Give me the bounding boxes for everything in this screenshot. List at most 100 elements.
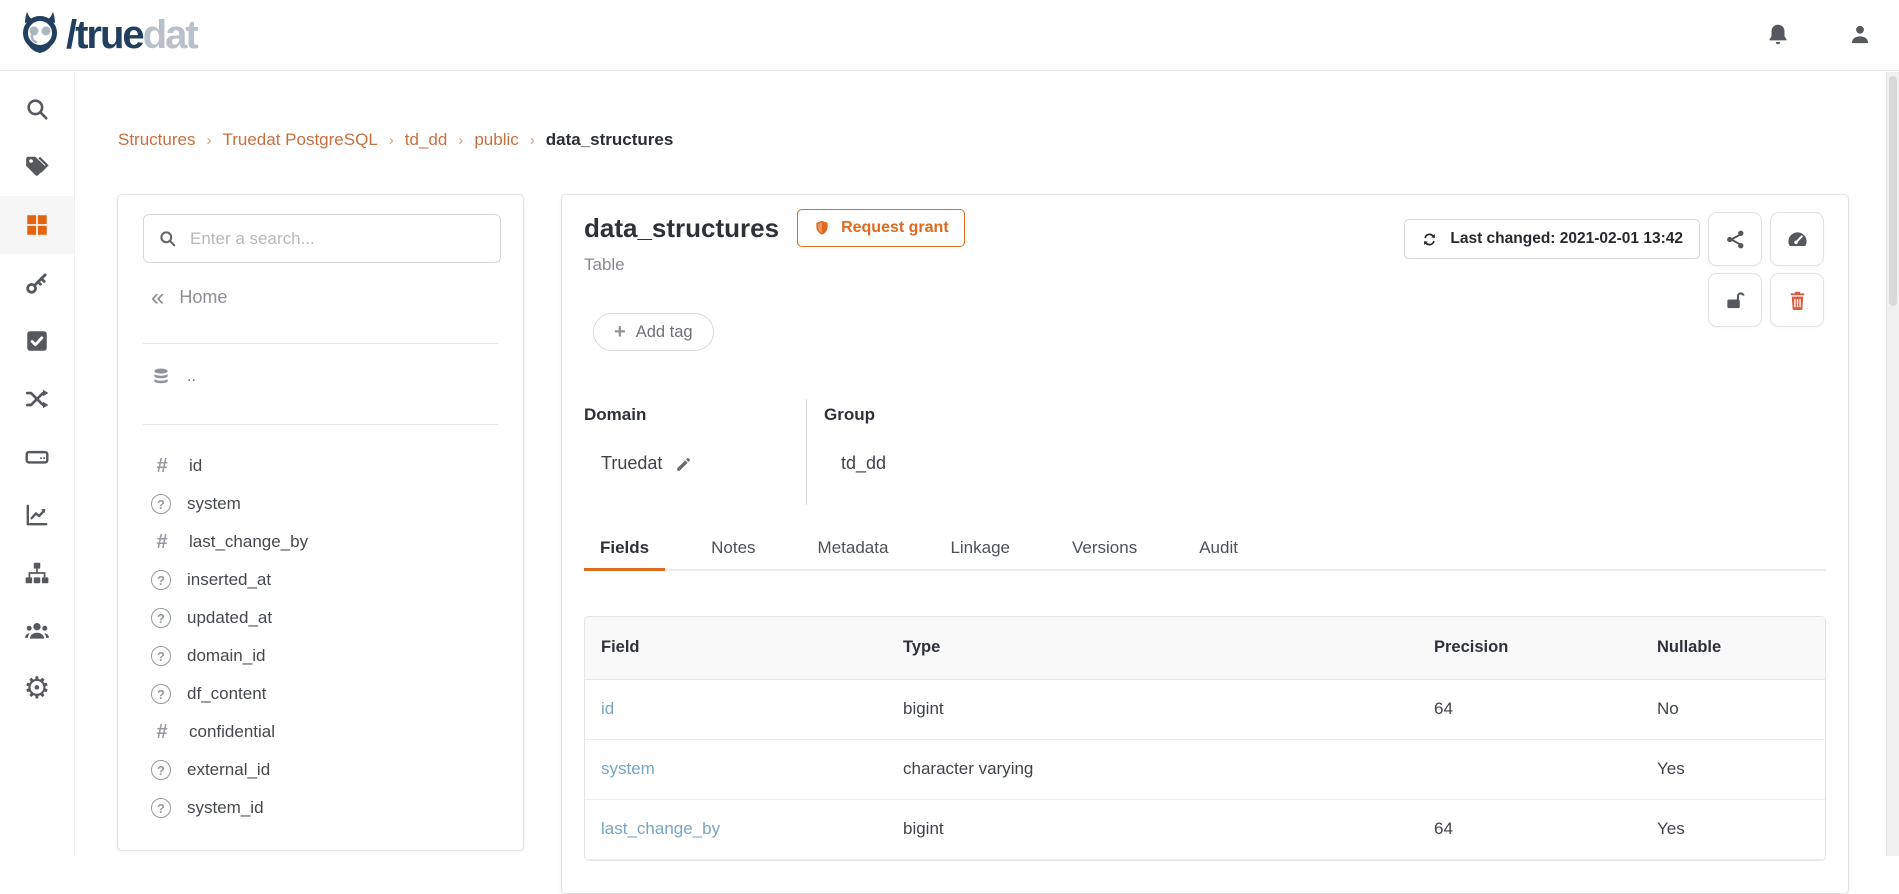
list-item[interactable]: ? updated_at — [151, 599, 503, 637]
vertical-scrollbar[interactable] — [1886, 72, 1899, 856]
field-nullable-cell: Yes — [1641, 739, 1825, 799]
rail-item-groups[interactable] — [0, 602, 74, 660]
field-type-icon: ? — [151, 494, 171, 514]
field-label: confidential — [189, 722, 275, 742]
key-icon — [24, 270, 50, 296]
share-button[interactable] — [1708, 212, 1762, 266]
field-type-cell: bigint — [887, 799, 1418, 859]
breadcrumb-link-system[interactable]: Truedat PostgreSQL — [222, 130, 377, 150]
list-item[interactable]: # id — [151, 447, 503, 485]
top-bar: /truedat — [0, 0, 1899, 71]
add-tag-label: Add tag — [636, 323, 693, 342]
rail-item-settings[interactable]: ⚙ — [0, 660, 74, 718]
domain-group-section: Domain Truedat Group td_dd — [584, 405, 886, 505]
column-header-type: Type — [887, 617, 1418, 679]
field-label: id — [189, 456, 202, 476]
table-header-row: Field Type Precision Nullable — [585, 617, 1825, 679]
notifications-bell-icon[interactable] — [1765, 22, 1791, 48]
scrollbar-thumb[interactable] — [1889, 76, 1897, 306]
breadcrumb-link-database[interactable]: td_dd — [405, 130, 448, 150]
home-nav-item[interactable]: « Home — [151, 287, 227, 308]
breadcrumb-link-structures[interactable]: Structures — [118, 130, 195, 150]
rail-item-domains[interactable] — [0, 544, 74, 602]
gauge-icon — [1786, 228, 1809, 251]
refresh-icon — [1421, 231, 1438, 248]
tab-audit[interactable]: Audit — [1183, 527, 1254, 569]
column-header-field: Field — [585, 617, 887, 679]
owl-icon — [16, 11, 64, 59]
field-label: last_change_by — [189, 532, 308, 552]
share-icon — [1724, 228, 1747, 251]
domain-label: Domain — [584, 405, 806, 425]
list-item[interactable]: # confidential — [151, 713, 503, 751]
field-type-icon: ? — [151, 646, 171, 666]
last-changed-button[interactable]: Last changed: 2021-02-01 13:42 — [1404, 219, 1700, 259]
field-link[interactable]: id — [601, 699, 614, 718]
group-value: td_dd — [841, 453, 886, 474]
tab-metadata[interactable]: Metadata — [802, 527, 905, 569]
field-type-icon: ? — [151, 798, 171, 818]
rail-item-structures[interactable] — [0, 196, 74, 254]
parent-structure-item[interactable]: .. — [151, 367, 196, 387]
list-item[interactable]: ? system — [151, 485, 503, 523]
home-label: Home — [179, 287, 227, 308]
table-row: id bigint 64 No — [585, 679, 1825, 739]
list-item[interactable]: ? system_id — [151, 789, 503, 827]
edit-pencil-icon[interactable] — [675, 455, 693, 473]
delete-button[interactable] — [1770, 273, 1824, 327]
shuffle-icon — [24, 386, 50, 412]
user-profile-icon[interactable] — [1847, 22, 1873, 48]
field-type-icon: ? — [151, 760, 171, 780]
field-type-icon: # — [151, 455, 173, 478]
fields-table: Field Type Precision Nullable id bigint … — [584, 616, 1826, 861]
field-label: domain_id — [187, 646, 265, 666]
detail-tabs: Fields Notes Metadata Linkage Versions A… — [584, 527, 1826, 571]
rail-item-sources[interactable] — [0, 428, 74, 486]
nav-rail: ⚙ — [0, 72, 75, 856]
rail-item-permissions[interactable] — [0, 254, 74, 312]
rail-item-tags[interactable] — [0, 138, 74, 196]
tab-versions[interactable]: Versions — [1056, 527, 1153, 569]
field-type-icon: ? — [151, 684, 171, 704]
fields-list: # id ? system # last_change_by ? inserte… — [151, 447, 503, 827]
field-link[interactable]: last_change_by — [601, 819, 720, 838]
trash-icon — [1786, 289, 1809, 312]
breadcrumb-separator: › — [458, 132, 463, 149]
list-item[interactable]: ? domain_id — [151, 637, 503, 675]
search-input[interactable] — [190, 229, 486, 249]
list-item[interactable]: ? df_content — [151, 675, 503, 713]
request-grant-button[interactable]: Request grant — [797, 209, 965, 247]
field-type-icon: ? — [151, 570, 171, 590]
list-item[interactable]: ? external_id — [151, 751, 503, 789]
field-link[interactable]: system — [601, 759, 655, 778]
field-type-icon: # — [151, 721, 173, 744]
field-type-cell: character varying — [887, 739, 1418, 799]
sitemap-icon — [24, 560, 50, 586]
structure-detail-card: data_structures Request grant Table Last… — [561, 194, 1849, 894]
tab-fields[interactable]: Fields — [584, 527, 665, 569]
breadcrumb-separator: › — [530, 132, 535, 149]
request-grant-label: Request grant — [841, 219, 949, 237]
database-icon — [151, 367, 171, 387]
tab-notes[interactable]: Notes — [695, 527, 771, 569]
rail-item-search[interactable] — [0, 80, 74, 138]
breadcrumb-link-schema[interactable]: public — [474, 130, 518, 150]
tab-linkage[interactable]: Linkage — [934, 527, 1026, 569]
list-item[interactable]: ? inserted_at — [151, 561, 503, 599]
breadcrumb: Structures › Truedat PostgreSQL › td_dd … — [118, 130, 673, 150]
rail-item-dashboards[interactable] — [0, 486, 74, 544]
rail-item-lineage[interactable] — [0, 370, 74, 428]
add-tag-button[interactable]: + Add tag — [593, 313, 714, 351]
rail-item-quality[interactable] — [0, 312, 74, 370]
field-precision-cell: 64 — [1418, 679, 1641, 739]
profiling-button[interactable] — [1770, 212, 1824, 266]
unlock-button[interactable] — [1708, 273, 1762, 327]
users-icon — [24, 618, 50, 644]
domain-value: Truedat — [601, 453, 662, 474]
breadcrumb-current: data_structures — [546, 130, 674, 150]
field-precision-cell: 64 — [1418, 799, 1641, 859]
grid-icon — [24, 212, 50, 238]
truedat-logo[interactable]: /truedat — [16, 11, 197, 59]
list-item[interactable]: # last_change_by — [151, 523, 503, 561]
field-type-icon: ? — [151, 608, 171, 628]
